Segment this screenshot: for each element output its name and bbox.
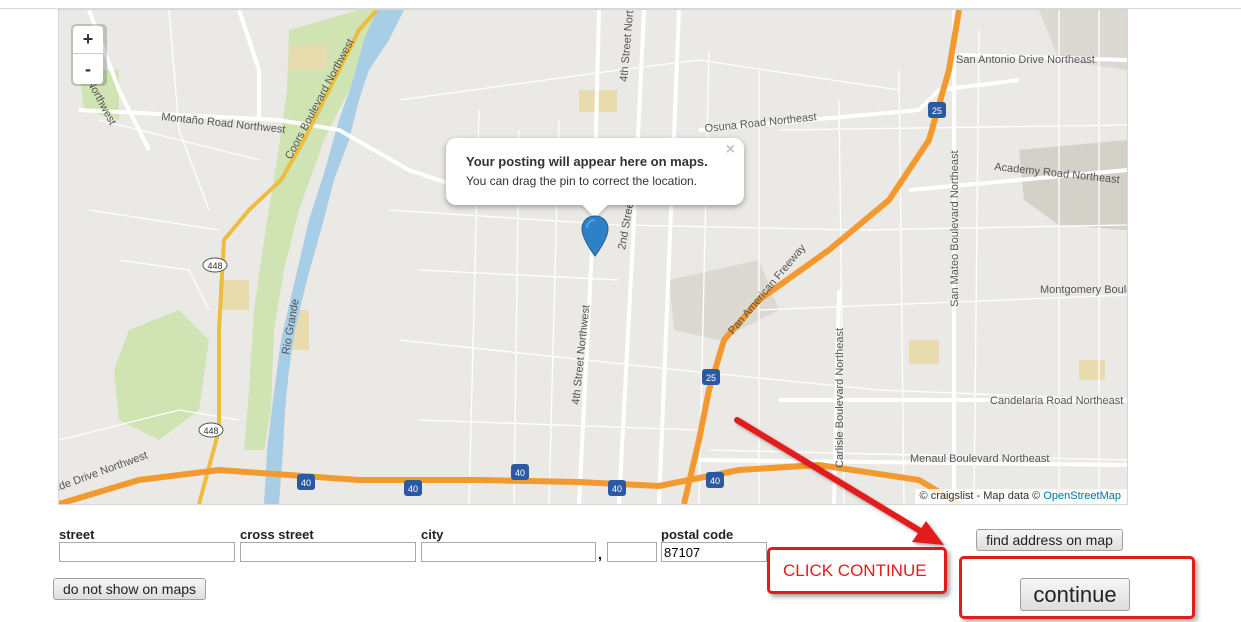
label-montgomery: Montgomery Boulevard Northeast bbox=[1040, 284, 1127, 296]
attribution-text: © craigslist - Map data © bbox=[919, 490, 1044, 502]
do-not-show-on-maps-button[interactable]: do not show on maps bbox=[53, 578, 206, 600]
cross-street-label: cross street bbox=[240, 527, 314, 542]
find-address-button[interactable]: find address on map bbox=[976, 529, 1123, 551]
continue-button[interactable]: continue bbox=[1020, 578, 1130, 611]
postal-code-input[interactable] bbox=[661, 542, 767, 562]
map-attribution: © craigslist - Map data © OpenStreetMap bbox=[914, 489, 1127, 504]
shield-i40-e: 40 bbox=[710, 476, 720, 486]
label-candelaria: Candelaria Road Northeast bbox=[990, 395, 1123, 407]
shield-i40-d: 40 bbox=[612, 484, 622, 494]
location-pin-icon[interactable] bbox=[581, 215, 609, 257]
zoom-in-button[interactable]: + bbox=[73, 26, 103, 54]
zoom-out-button[interactable]: - bbox=[73, 54, 103, 84]
shield-448-top: 448 bbox=[207, 261, 222, 271]
label-san-mateo: San Mateo Boulevard Northeast bbox=[949, 150, 961, 307]
map-popup: Your posting will appear here on maps. Y… bbox=[446, 138, 744, 218]
label-menaul: Menaul Boulevard Northeast bbox=[910, 453, 1049, 465]
openstreetmap-link[interactable]: OpenStreetMap bbox=[1043, 490, 1121, 502]
city-label: city bbox=[421, 527, 444, 542]
map-tiles: 448 448 25 25 40 40 40 40 40 San Antonio… bbox=[59, 10, 1127, 504]
popup-subtitle: You can drag the pin to correct the loca… bbox=[466, 174, 698, 188]
city-input[interactable] bbox=[421, 542, 596, 562]
popup-close-icon[interactable]: × bbox=[726, 141, 735, 159]
comma-separator: , bbox=[598, 546, 602, 562]
street-label: street bbox=[59, 527, 95, 542]
state-input[interactable] bbox=[607, 542, 657, 562]
label-carlisle: Carlisle Boulevard Northeast bbox=[834, 328, 846, 468]
cross-street-input[interactable] bbox=[240, 542, 416, 562]
shield-i25-bottom: 25 bbox=[706, 373, 716, 383]
zoom-control: + - bbox=[71, 24, 107, 86]
shield-i25-top: 25 bbox=[932, 106, 942, 116]
shield-i40-a: 40 bbox=[301, 478, 311, 488]
postal-code-label: postal code bbox=[661, 527, 734, 542]
shield-i40-c: 40 bbox=[515, 468, 525, 478]
popup-title: Your posting will appear here on maps. bbox=[466, 154, 708, 169]
shield-i40-b: 40 bbox=[408, 484, 418, 494]
click-continue-text: CLICK CONTINUE bbox=[783, 561, 927, 580]
street-input[interactable] bbox=[59, 542, 235, 562]
label-san-antonio: San Antonio Drive Northeast bbox=[956, 54, 1095, 66]
shield-448-bottom: 448 bbox=[203, 426, 218, 436]
location-map[interactable]: 448 448 25 25 40 40 40 40 40 San Antonio… bbox=[58, 9, 1128, 505]
